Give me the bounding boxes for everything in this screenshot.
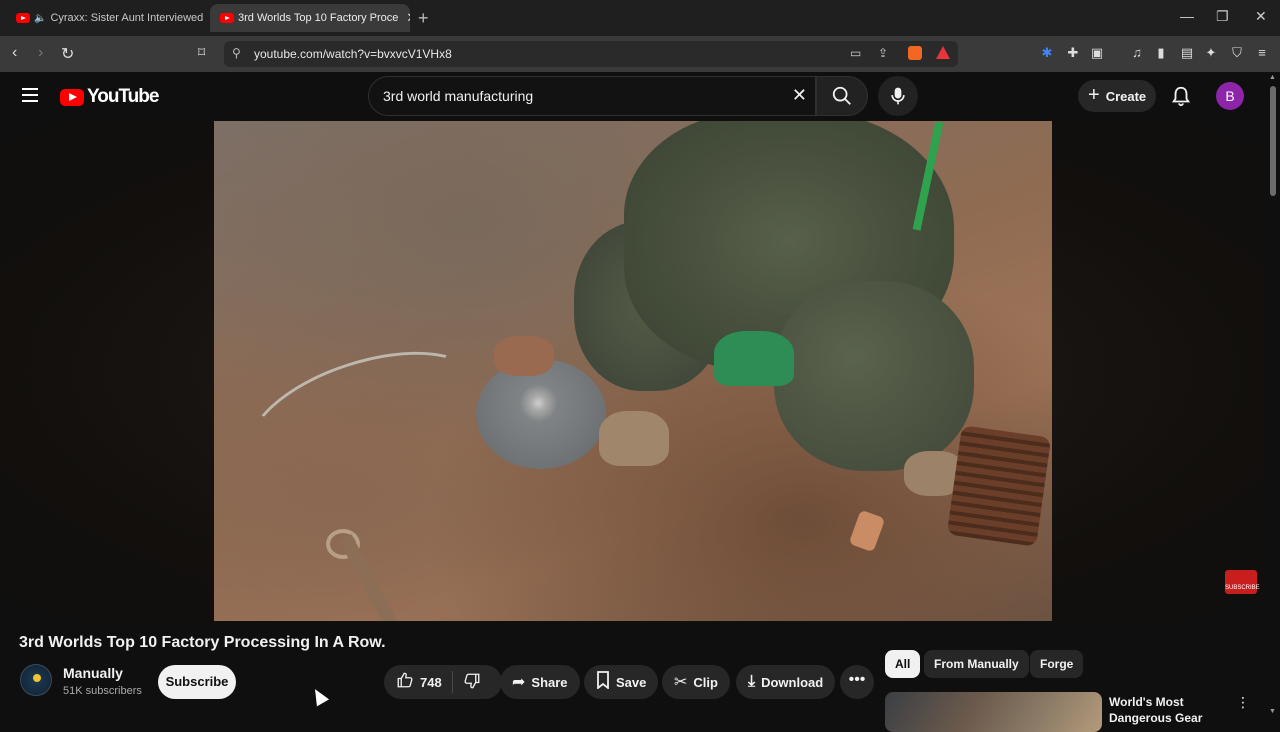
recommended-thumbnail[interactable] [885, 692, 1102, 732]
browser-tab-bar: 🔈 Cyraxx: Sister Aunt Interviewed b 3rd … [0, 0, 1280, 36]
mouse-cursor-icon [308, 685, 330, 707]
url-text: youtube.com/watch?v=bvxvcV1VHx8 [254, 47, 452, 61]
reload-icon[interactable]: ↻ [61, 44, 74, 64]
scissors-icon: ✂ [674, 674, 688, 691]
extensions-puzzle-icon[interactable]: ✚ [1066, 46, 1080, 60]
back-icon[interactable]: ‹ [12, 44, 17, 62]
save-button[interactable]: Save [584, 665, 659, 699]
video-frame-rod [338, 534, 404, 621]
dislike-button[interactable] [463, 672, 481, 693]
like-button[interactable] [396, 671, 414, 694]
scroll-thumb[interactable] [1270, 86, 1276, 196]
logo-text: YouTube [87, 86, 159, 107]
brave-shield-icon[interactable] [908, 46, 922, 60]
microphone-icon [891, 87, 905, 105]
chip-forge[interactable]: Forge [1030, 650, 1084, 678]
youtube-play-icon [60, 88, 84, 106]
create-label: Create [1105, 88, 1147, 104]
share-button[interactable]: ➦ Share [500, 665, 580, 699]
vpn-icon[interactable]: ⛉ [1230, 46, 1244, 60]
extension-icon[interactable]: ✱ [1040, 46, 1054, 60]
channel-name[interactable]: Manually [63, 665, 123, 681]
restore-icon[interactable]: ❐ [1216, 8, 1229, 25]
new-tab-button[interactable]: + [418, 8, 429, 29]
thumbs-up-icon [397, 672, 413, 687]
subscribe-watermark[interactable]: SUBSCRIBE [1225, 570, 1260, 594]
video-frame-pipe [848, 509, 886, 553]
youtube-header: YouTube 3rd world manufacturing ✕ + Crea… [0, 72, 1280, 120]
menu-icon[interactable]: ≡ [1255, 46, 1269, 60]
thumbs-down-icon [464, 673, 480, 688]
voice-search-button[interactable] [878, 76, 918, 116]
youtube-favicon-icon [220, 13, 234, 23]
more-actions-button[interactable]: ••• [840, 665, 874, 699]
video-frame-motor [946, 425, 1052, 547]
address-bar[interactable]: ⚲ youtube.com/watch?v=bvxvcV1VHx8 ▭ ⇪ [224, 41, 958, 67]
tab-title: Cyraxx: Sister Aunt Interviewed b [50, 12, 206, 24]
browser-toolbar: ‹ › ↻ ⌑ ⚲ youtube.com/watch?v=bvxvcV1VHx… [0, 36, 1280, 72]
video-frame-grinder-disc [476, 359, 606, 469]
tab-current-video[interactable]: 3rd Worlds Top 10 Factory Proce ✕ [210, 4, 410, 32]
close-window-icon[interactable]: ✕ [1255, 8, 1267, 25]
guide-menu-icon[interactable] [22, 88, 38, 102]
save-label: Save [616, 674, 647, 690]
site-info-icon[interactable]: ⚲ [232, 46, 241, 60]
minimize-icon[interactable]: — [1180, 8, 1194, 24]
sidebar-icon[interactable]: ▮ [1154, 46, 1168, 60]
video-frame-worker [774, 281, 974, 471]
plus-icon: + [1088, 83, 1100, 106]
subscribe-button[interactable]: Subscribe [158, 665, 236, 699]
clear-search-icon[interactable]: ✕ [792, 85, 807, 106]
music-icon[interactable]: ♫ [1130, 46, 1144, 60]
search-query: 3rd world manufacturing [383, 88, 534, 104]
chip-from-channel[interactable]: From Manually [924, 650, 1029, 678]
youtube-logo[interactable]: YouTube [60, 86, 159, 108]
like-dislike-group: 748 [384, 665, 502, 699]
youtube-favicon-icon [16, 13, 30, 23]
download-icon: ⤓ [748, 673, 756, 690]
video-title: 3rd Worlds Top 10 Factory Processing In … [19, 634, 386, 651]
share-page-icon[interactable]: ⇪ [878, 46, 888, 60]
tab-cyraxx[interactable]: 🔈 Cyraxx: Sister Aunt Interviewed b [6, 4, 206, 32]
like-count: 748 [420, 674, 442, 690]
cast-icon[interactable]: ▭ [850, 46, 861, 60]
clip-button[interactable]: ✂ Clip [662, 665, 730, 699]
tab-title: 3rd Worlds Top 10 Factory Proce [238, 12, 399, 24]
video-frame-bucket [714, 331, 794, 386]
download-label: Download [761, 674, 824, 690]
notifications-bell-icon[interactable] [1170, 84, 1192, 108]
recommended-title[interactable]: World's Most Dangerous Gear [1109, 694, 1229, 726]
screenshot-icon[interactable]: ▣ [1090, 46, 1104, 60]
subscriber-count: 51K subscribers [63, 685, 142, 697]
create-button[interactable]: + Create [1078, 80, 1156, 112]
chip-all[interactable]: All [885, 650, 921, 678]
like-divider [451, 671, 453, 693]
bookmark-icon[interactable]: ⌑ [198, 44, 205, 61]
account-avatar[interactable]: B [1216, 82, 1244, 110]
more-vertical-icon[interactable]: ⋮ [1236, 694, 1250, 711]
scroll-down-arrow-icon[interactable]: ▼ [1269, 708, 1277, 715]
search-icon [832, 86, 851, 105]
channel-avatar[interactable] [20, 664, 52, 696]
forward-icon[interactable]: › [38, 44, 43, 62]
video-frame-hand [494, 336, 554, 376]
download-button[interactable]: ⤓ Download [736, 665, 836, 699]
clip-label: Clip [693, 674, 718, 690]
speaker-icon[interactable]: 🔈 [34, 13, 46, 24]
close-tab-icon[interactable]: ✕ [406, 10, 410, 26]
video-player[interactable] [214, 121, 1052, 621]
search-input[interactable]: 3rd world manufacturing ✕ [368, 76, 816, 116]
share-label: Share [531, 674, 568, 690]
more-horizontal-icon: ••• [848, 671, 866, 688]
video-frame-boot [599, 411, 669, 466]
bookmark-save-icon [596, 670, 610, 694]
brave-rewards-icon[interactable] [936, 46, 950, 59]
wallet-icon[interactable]: ▤ [1180, 46, 1194, 60]
search-button[interactable] [816, 76, 868, 116]
scroll-up-arrow-icon[interactable]: ▲ [1269, 74, 1277, 81]
video-frame-cable [232, 326, 496, 506]
leo-ai-icon[interactable]: ✦ [1204, 46, 1218, 60]
share-arrow-icon: ➦ [512, 674, 526, 691]
